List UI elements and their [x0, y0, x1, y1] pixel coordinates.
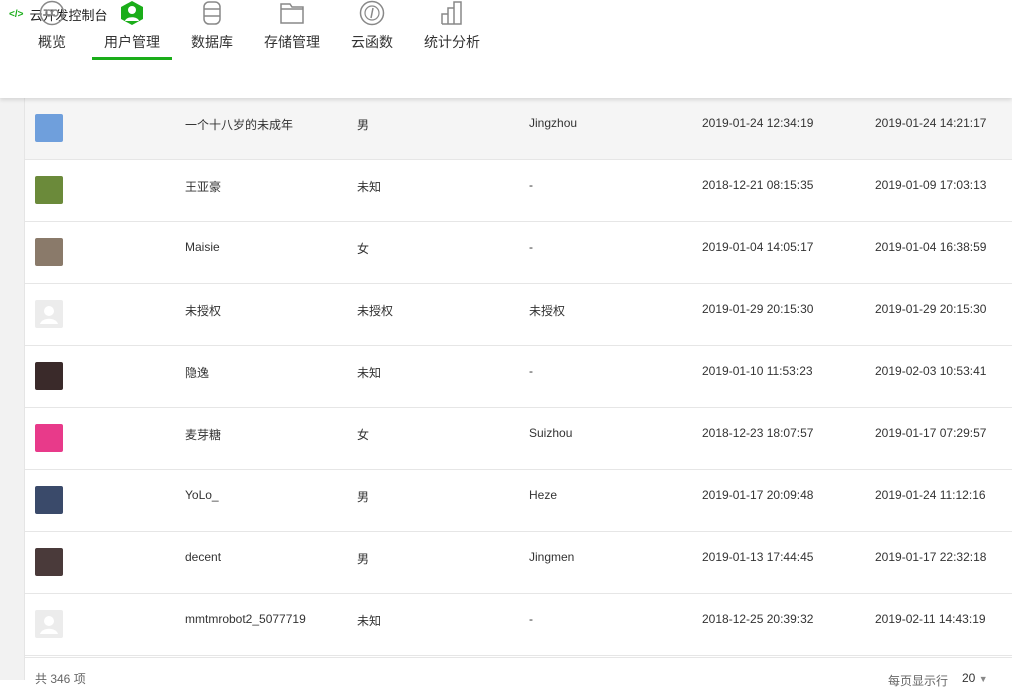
- tab-database[interactable]: 数据库: [188, 0, 236, 60]
- cell-gender: 未知: [357, 614, 382, 628]
- cell-city: -: [529, 364, 533, 378]
- avatar: [35, 486, 63, 514]
- cell-gender: 未授权: [357, 304, 394, 318]
- avatar: [35, 362, 63, 390]
- cell-gender: 男: [357, 118, 370, 132]
- cell-city: Jingzhou: [529, 116, 578, 130]
- cell-created: 2019-01-29 20:15:30: [702, 302, 814, 316]
- left-gutter: [0, 98, 25, 680]
- user-table: 一个十八岁的未成年男 Jingzhou 2019-01-24 12:34:19 201…: [25, 98, 1012, 656]
- cell-nickname: mmtmrobot2_5077719: [185, 612, 306, 626]
- table-footer: 共 346 项 每页显示行 20 ▼: [25, 657, 1012, 688]
- infinity-icon: [39, 0, 65, 26]
- avatar: [35, 114, 63, 142]
- cell-gender: 女: [357, 242, 370, 256]
- user-icon: [121, 1, 143, 25]
- cell-gender: 男: [357, 552, 370, 566]
- cell-created: 2019-01-13 17:44:45: [702, 550, 814, 564]
- tab-label: 概览: [38, 34, 66, 50]
- tab-label: 数据库: [191, 34, 233, 50]
- table-row[interactable]: YoLo_ 男 Heze 2019-01-17 20:09:48 2019-01-24 …: [25, 470, 1012, 532]
- total-count: 共 346 项: [35, 672, 86, 686]
- header: </> 云开发控制台 概览 用户管理 数据库 存储管理 云函数 统计分析: [0, 0, 1012, 98]
- tab-label: 云函数: [351, 34, 393, 50]
- avatar: [35, 238, 63, 266]
- cell-gender: 未知: [357, 366, 382, 380]
- table-row[interactable]: mmtmrobot2_5077719 未知 - 2018-12-25 20:39:32…: [25, 594, 1012, 656]
- cell-last-login: 2019-01-17 22:32:18: [875, 550, 987, 564]
- cell-last-login: 2019-01-09 17:03:13: [875, 178, 987, 192]
- per-page-label: 每页显示行: [888, 674, 949, 688]
- cell-nickname: Maisie: [185, 240, 220, 254]
- chart-icon: [441, 1, 462, 25]
- cell-city: -: [529, 178, 533, 192]
- cell-created: 2019-01-04 14:05:17: [702, 240, 814, 254]
- cell-created: 2019-01-24 12:34:19: [702, 116, 814, 130]
- avatar: [35, 610, 63, 638]
- cell-last-login: 2019-02-03 10:53:41: [875, 364, 987, 378]
- cell-last-login: 2019-01-29 20:15:30: [875, 302, 987, 316]
- tab-functions[interactable]: 云函数: [348, 0, 396, 60]
- table-row[interactable]: 王亚豪 未知 - 2018-12-21 08:15:35 2019-01-09 17:0…: [25, 160, 1012, 222]
- table-row[interactable]: 麦芽糖 女 Suizhou 2018-12-23 18:07:57 2019-01-17…: [25, 408, 1012, 470]
- cell-nickname: YoLo_: [185, 488, 219, 502]
- cell-created: 2018-12-23 18:07:57: [702, 426, 814, 440]
- cell-city: Jingmen: [529, 550, 575, 564]
- tab-users[interactable]: 用户管理: [92, 0, 172, 60]
- folder-icon: [280, 3, 304, 24]
- cell-created: 2019-01-10 11:53:23: [702, 364, 813, 378]
- cell-created: 2018-12-21 08:15:35: [702, 178, 814, 192]
- function-icon: [359, 0, 385, 26]
- cell-last-login: 2019-01-04 16:38:59: [875, 240, 987, 254]
- cell-created: 2019-01-17 20:09:48: [702, 488, 814, 502]
- code-icon: </>: [9, 9, 24, 20]
- tab-overview[interactable]: 概览: [29, 0, 75, 60]
- cell-last-login: 2019-01-17 07:29:57: [875, 426, 987, 440]
- cell-gender: 女: [357, 428, 370, 442]
- table-row[interactable]: 隐逸 未知 - 2019-01-10 11:53:23 2019-02-03 10:53…: [25, 346, 1012, 408]
- cell-nickname: 王亚豪: [185, 180, 222, 194]
- avatar: [35, 424, 63, 452]
- tab-storage[interactable]: 存储管理: [262, 0, 322, 60]
- per-page-value: 20: [962, 671, 976, 685]
- cell-nickname: decent: [185, 550, 222, 564]
- avatar: [35, 176, 63, 204]
- tab-analytics[interactable]: 统计分析: [422, 0, 482, 60]
- avatar: [35, 300, 63, 328]
- cell-city: Heze: [529, 488, 558, 502]
- cell-gender: 未知: [357, 180, 382, 194]
- cell-last-login: 2019-01-24 14:21:17: [875, 116, 987, 130]
- avatar: [35, 548, 63, 576]
- table-row[interactable]: decent 男 Jingmen 2019-01-13 17:44:45 2019-01…: [25, 532, 1012, 594]
- cell-nickname: 一个十八岁的未成年: [185, 118, 294, 132]
- database-icon: [203, 1, 221, 25]
- cell-gender: 男: [357, 490, 370, 504]
- cell-nickname: 未授权: [185, 304, 222, 318]
- cell-city: -: [529, 240, 533, 254]
- cell-nickname: 隐逸: [185, 366, 210, 380]
- tab-label: 存储管理: [264, 34, 320, 50]
- cell-city: -: [529, 612, 533, 626]
- cell-nickname: 麦芽糖: [185, 428, 222, 442]
- cell-last-login: 2019-02-11 14:43:19: [875, 612, 986, 626]
- cell-city: Suizhou: [529, 426, 573, 440]
- tab-label: 用户管理: [104, 34, 160, 50]
- table-row[interactable]: 未授权 未授权 未授权 2019-01-29 20:15:30 2019-01-29 2…: [25, 284, 1012, 346]
- per-page-select[interactable]: 20 ▼: [962, 671, 988, 685]
- cell-city: 未授权: [529, 304, 566, 318]
- cell-created: 2018-12-25 20:39:32: [702, 612, 814, 626]
- table-row[interactable]: 一个十八岁的未成年 男 Jingzhou 2019-01-24 12:34:19 201…: [25, 98, 1012, 160]
- cell-last-login: 2019-01-24 11:12:16: [875, 488, 986, 502]
- chevron-down-icon: ▼: [978, 674, 988, 684]
- tab-label: 统计分析: [424, 34, 480, 50]
- table-row[interactable]: Maisie 女 - 2019-01-04 14:05:17 2019-01-04 16…: [25, 222, 1012, 284]
